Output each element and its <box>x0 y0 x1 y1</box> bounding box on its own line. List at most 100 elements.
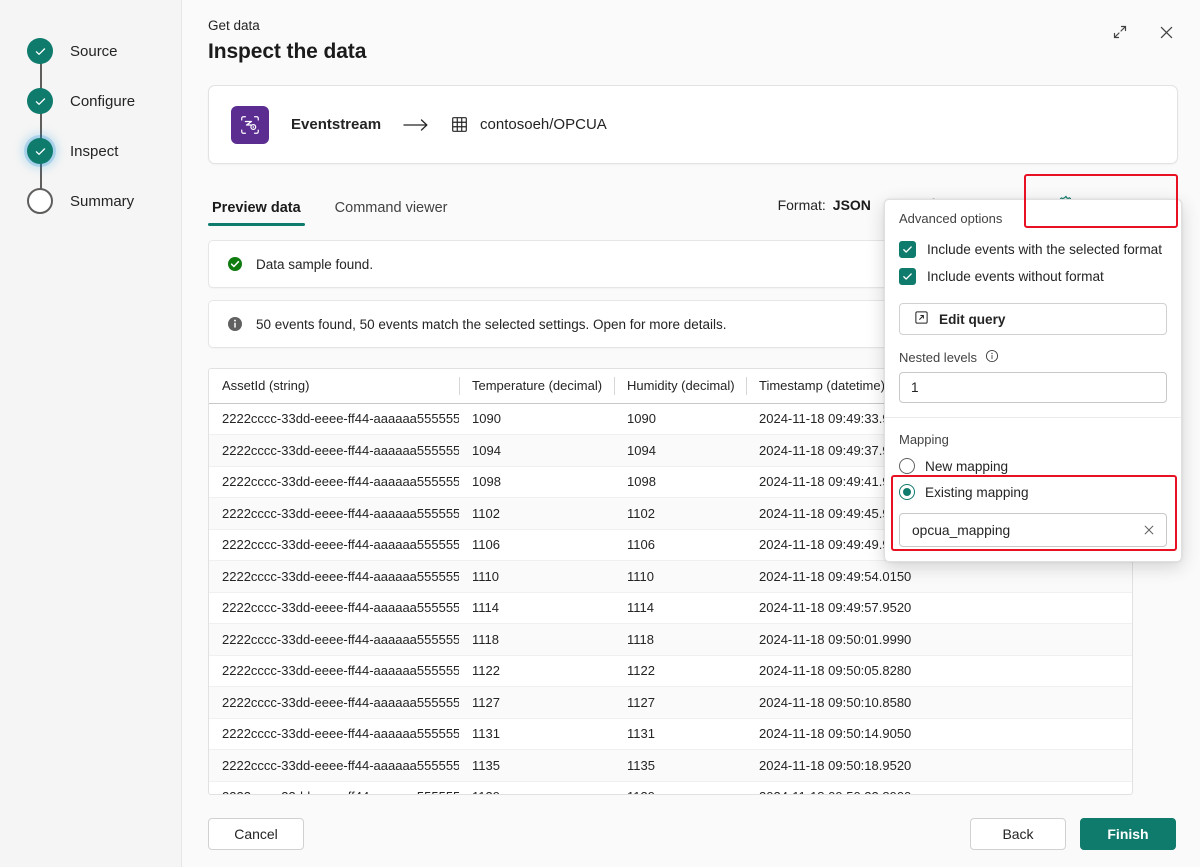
radio-new-mapping-label: New mapping <box>925 458 1009 474</box>
footer-right-actions: Back Finish <box>970 818 1176 850</box>
cell-humidity: 1127 <box>614 686 746 719</box>
table-row[interactable]: 2222cccc-33dd-eeee-ff44-aaaaaa555555 1122… <box>209 655 1132 687</box>
radio-unselected-icon <box>899 458 915 474</box>
wizard-step-label: Source <box>70 42 118 60</box>
format-label: Format: <box>777 196 826 213</box>
cell-humidity: 1135 <box>614 749 746 782</box>
table-cell-spacer <box>946 718 1132 750</box>
main-panel: Get data Inspect the data Eventstream co… <box>182 0 1200 867</box>
wizard-step-summary[interactable]: Summary <box>0 176 181 226</box>
radio-selected-icon <box>899 484 915 500</box>
radio-new-mapping[interactable]: New mapping <box>885 453 1181 479</box>
mapping-label: Mapping <box>899 432 949 447</box>
cell-timestamp: 2024-11-18 09:50:22.8900 <box>746 781 946 794</box>
cell-temperature: 1139 <box>459 781 614 794</box>
format-value[interactable]: JSON <box>833 197 871 213</box>
table-cell-spacer <box>946 781 1132 794</box>
column-header-temperature[interactable]: Temperature (decimal) <box>459 369 614 404</box>
check-icon <box>27 38 53 64</box>
cell-assetid: 2222cccc-33dd-eeee-ff44-aaaaaa555555 <box>209 560 459 593</box>
edit-query-button[interactable]: Edit query <box>899 303 1167 335</box>
cell-temperature: 1102 <box>459 497 614 530</box>
cell-timestamp: 2024-11-18 09:50:14.9050 <box>746 718 946 750</box>
cell-assetid: 2222cccc-33dd-eeee-ff44-aaaaaa555555 <box>209 529 459 561</box>
mapping-section-label: Mapping <box>885 418 1181 453</box>
cancel-button[interactable]: Cancel <box>208 818 304 850</box>
banner-text: Data sample found. <box>256 256 374 272</box>
table-row[interactable]: 2222cccc-33dd-eeee-ff44-aaaaaa555555 1110… <box>209 560 1132 593</box>
page-title: Inspect the data <box>208 40 367 63</box>
checkbox-label: Include events without format <box>927 269 1104 284</box>
table-row[interactable]: 2222cccc-33dd-eeee-ff44-aaaaaa555555 1114… <box>209 592 1132 624</box>
cell-temperature: 1110 <box>459 560 614 593</box>
existing-mapping-input[interactable]: opcua_mapping <box>899 513 1167 547</box>
tab-preview-data[interactable]: Preview data <box>208 196 305 226</box>
wizard-steps-rail: Source Configure Inspect Summary <box>0 0 182 867</box>
wizard-step-label: Inspect <box>70 142 119 160</box>
cell-assetid: 2222cccc-33dd-eeee-ff44-aaaaaa555555 <box>209 623 459 656</box>
cell-timestamp: 2024-11-18 09:50:01.9990 <box>746 623 946 656</box>
success-check-icon <box>227 256 243 272</box>
advanced-options-title: Advanced options <box>899 211 1003 226</box>
column-header-humidity[interactable]: Humidity (decimal) <box>614 369 746 404</box>
cell-temperature: 1122 <box>459 655 614 687</box>
checkbox-include-without-format[interactable]: Include events without format <box>885 263 1181 290</box>
breadcrumb: Get data <box>208 18 260 33</box>
column-header-assetid[interactable]: AssetId (string) <box>209 369 459 404</box>
cell-humidity: 1094 <box>614 434 746 467</box>
wizard-step-configure[interactable]: Configure <box>0 76 181 126</box>
table-icon <box>451 116 468 133</box>
cell-assetid: 2222cccc-33dd-eeee-ff44-aaaaaa555555 <box>209 497 459 530</box>
nested-levels-input[interactable]: 1 <box>899 372 1167 403</box>
cell-assetid: 2222cccc-33dd-eeee-ff44-aaaaaa555555 <box>209 686 459 719</box>
cell-humidity: 1098 <box>614 466 746 498</box>
close-icon[interactable] <box>1150 16 1182 48</box>
cell-timestamp: 2024-11-18 09:49:54.0150 <box>746 560 946 593</box>
table-cell-spacer <box>946 623 1132 656</box>
cell-humidity: 1110 <box>614 560 746 593</box>
finish-button[interactable]: Finish <box>1080 818 1176 850</box>
checkbox-include-selected-format[interactable]: Include events with the selected format <box>885 236 1181 263</box>
source-destination-card: Eventstream contosoeh/OPCUA <box>208 85 1178 164</box>
checkbox-label: Include events with the selected format <box>927 242 1162 257</box>
back-button[interactable]: Back <box>970 818 1066 850</box>
checkbox-checked-icon <box>899 241 916 258</box>
table-row[interactable]: 2222cccc-33dd-eeee-ff44-aaaaaa5555551139… <box>209 781 1132 794</box>
expand-icon[interactable] <box>1104 16 1136 48</box>
cell-assetid: 2222cccc-33dd-eeee-ff44-aaaaaa555555 <box>209 466 459 498</box>
destination-name: contosoeh/OPCUA <box>480 116 607 133</box>
cell-temperature: 1114 <box>459 592 614 624</box>
cell-temperature: 1131 <box>459 718 614 750</box>
existing-mapping-value: opcua_mapping <box>912 522 1011 538</box>
table-row[interactable]: 2222cccc-33dd-eeee-ff44-aaaaaa555555 1131… <box>209 718 1132 750</box>
cell-humidity: 1118 <box>614 623 746 656</box>
wizard-step-source[interactable]: Source <box>0 26 181 76</box>
checkbox-checked-icon <box>899 268 916 285</box>
eventstream-icon <box>231 105 269 144</box>
wizard-step-label: Configure <box>70 92 136 110</box>
cell-temperature: 1094 <box>459 434 614 467</box>
radio-existing-mapping[interactable]: Existing mapping <box>885 479 1181 505</box>
close-icon[interactable] <box>1142 523 1156 537</box>
cell-temperature: 1098 <box>459 466 614 498</box>
open-external-icon <box>914 310 929 328</box>
cell-humidity: 1131 <box>614 718 746 750</box>
table-row[interactable]: 2222cccc-33dd-eeee-ff44-aaaaaa555555 1118… <box>209 623 1132 656</box>
table-row[interactable]: 2222cccc-33dd-eeee-ff44-aaaaaa555555 1127… <box>209 686 1132 719</box>
cell-humidity: 1090 <box>614 403 746 435</box>
cell-assetid: 2222cccc-33dd-eeee-ff44-aaaaaa555555 <box>209 655 459 687</box>
circle-outline-icon <box>27 188 53 214</box>
cell-assetid: 2222cccc-33dd-eeee-ff44-aaaaaa555555 <box>209 718 459 750</box>
table-row[interactable]: 2222cccc-33dd-eeee-ff44-aaaaaa555555 1135… <box>209 749 1132 782</box>
cell-assetid: 2222cccc-33dd-eeee-ff44-aaaaaa555555 <box>209 403 459 435</box>
cell-temperature: 1106 <box>459 529 614 561</box>
radio-existing-mapping-label: Existing mapping <box>925 484 1029 500</box>
table-cell-spacer <box>946 686 1132 719</box>
edit-query-label: Edit query <box>939 311 1006 327</box>
info-circle-icon[interactable] <box>985 349 999 366</box>
cell-humidity: 1122 <box>614 655 746 687</box>
window-controls <box>1104 16 1182 48</box>
wizard-step-inspect[interactable]: Inspect <box>0 126 181 176</box>
dialog-footer: Cancel Back Finish <box>182 800 1200 867</box>
tab-command-viewer[interactable]: Command viewer <box>331 196 452 226</box>
